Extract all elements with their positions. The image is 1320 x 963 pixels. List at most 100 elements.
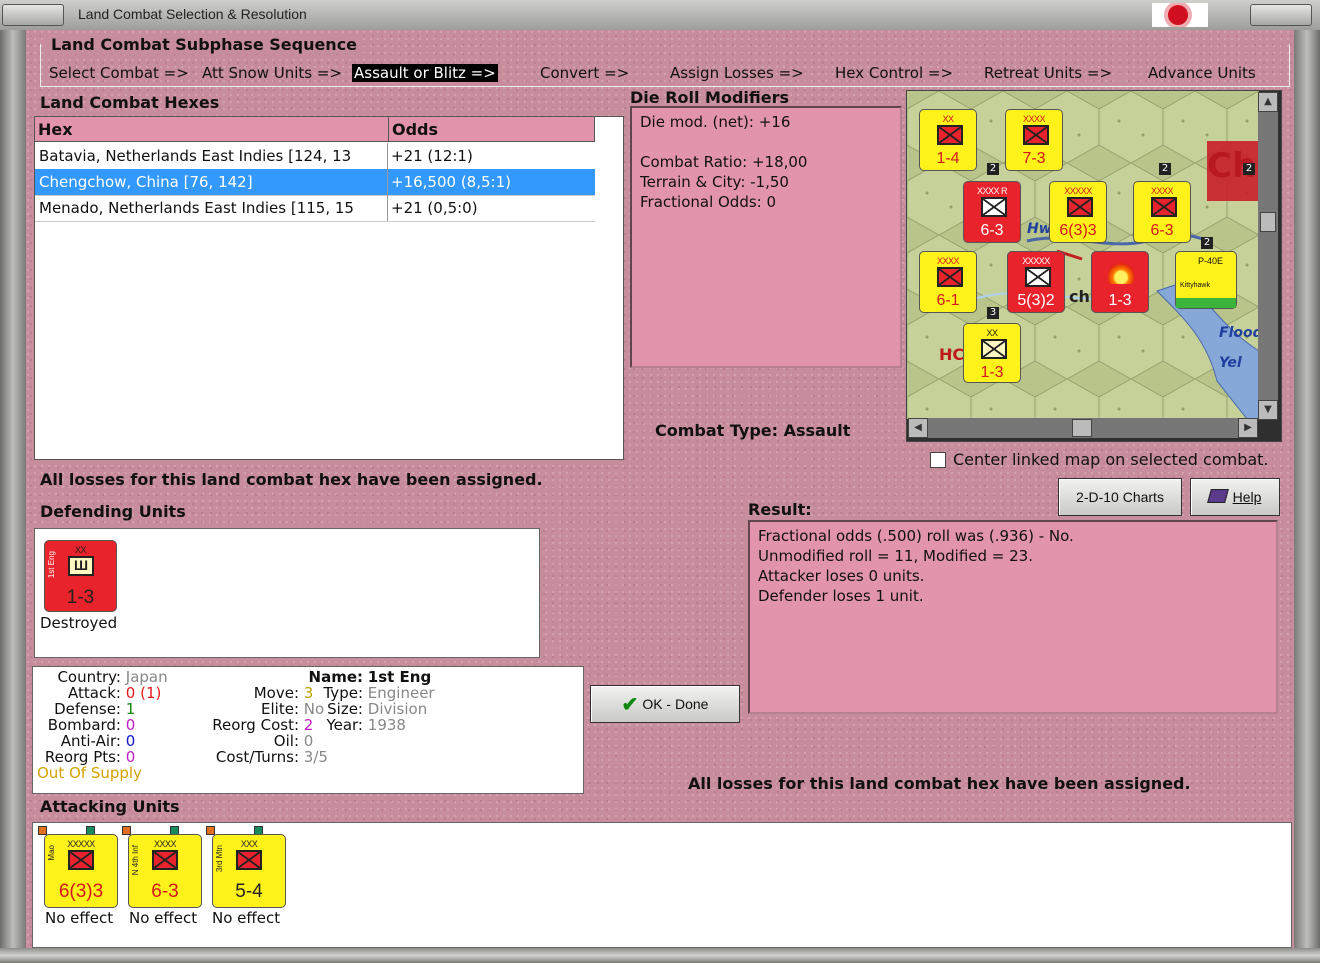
unit-year: 1938 (367, 716, 406, 734)
mod-terrain: Terrain & City: -1,50 (640, 173, 789, 191)
map-label-ch2: ch (1069, 287, 1090, 306)
unit-supply-status: Out Of Supply (37, 764, 142, 782)
sequence-step-assign-losses: Assign Losses => (670, 64, 804, 82)
center-map-checkbox[interactable] (930, 452, 946, 468)
japan-flag-icon (1152, 3, 1208, 27)
odds-cell: +16,500 (8,5:1) (391, 173, 511, 191)
hex-cell: Batavia, Netherlands East Indies [124, 1… (39, 147, 352, 165)
modifiers-box: Die mod. (net): +16 Combat Ratio: +18,00… (630, 106, 902, 368)
map-label-flood: Flood (1219, 325, 1263, 341)
stack-count: 2 (1159, 163, 1171, 175)
map-counter[interactable]: XX 1-3 (963, 323, 1021, 383)
combat-type-label: Combat Type: Assault (655, 421, 851, 440)
help-button[interactable]: Help (1190, 478, 1280, 516)
sequence-step-convert: Convert => (540, 64, 630, 82)
losses-message-bottom: All losses for this land combat hex have… (688, 774, 1191, 793)
hex-cell: Menado, Netherlands East Indies [115, 15 (39, 199, 354, 217)
scroll-right-arrow-icon[interactable]: ▶ (1238, 418, 1258, 438)
mod-fractional: Fractional Odds: 0 (640, 193, 777, 211)
hexes-table: Hex Odds Batavia, Netherlands East Indie… (34, 116, 624, 460)
window-frame-left (0, 30, 26, 963)
engineer-symbol-icon: Ш (68, 556, 94, 576)
window-frame-bottom (0, 948, 1320, 963)
sequence-step-hex-control: Hex Control => (835, 64, 954, 82)
losses-message: All losses for this land combat hex have… (40, 470, 543, 489)
sequence-step-select-combat: Select Combat => (49, 64, 189, 82)
system-menu-button[interactable] (2, 4, 64, 26)
attacking-unit-status: No effect (129, 909, 198, 927)
charts-button[interactable]: 2-D-10 Charts (1058, 478, 1182, 516)
odds-cell: +21 (12:1) (391, 147, 473, 165)
map-counter[interactable]: XX 1-4 (919, 109, 977, 171)
horizontal-scroll-thumb[interactable] (1072, 419, 1092, 437)
map-counter[interactable]: XXXX 6-1 (919, 251, 977, 313)
unit-info-panel: Country: Japan Attack: 0 (1) Defense: 1 … (32, 666, 584, 794)
defending-title: Defending Units (40, 502, 186, 521)
vertical-scroll-thumb[interactable] (1260, 212, 1276, 232)
map-counter[interactable]: 1-3 (1091, 251, 1149, 313)
sequence-step-assault-blitz: Assault or Blitz => (352, 64, 498, 82)
result-line: Attacker loses 0 units. (758, 567, 925, 585)
result-title: Result: (748, 500, 812, 519)
help-label: Help (1232, 489, 1262, 505)
app-window: Land Combat Selection & Resolution Land … (0, 0, 1320, 963)
sequence-title: Land Combat Subphase Sequence (48, 35, 361, 54)
result-line: Defender loses 1 unit. (758, 587, 924, 605)
attacking-unit-status: No effect (45, 909, 114, 927)
hex-cell: Chengchow, China [76, 142] (39, 173, 253, 191)
stack-count: 2 (1201, 237, 1213, 249)
center-map-label: Center linked map on selected combat. (953, 450, 1269, 469)
result-line: Unmodified roll = 11, Modified = 23. (758, 547, 1033, 565)
attacking-unit-counter[interactable]: XXX 3rd Mtn 5-4 (212, 834, 286, 908)
odds-cell: +21 (0,5:0) (391, 199, 478, 217)
scroll-down-arrow-icon[interactable]: ▼ (1258, 400, 1278, 420)
mod-net: Die mod. (net): +16 (640, 113, 791, 131)
attacking-title: Attacking Units (40, 797, 180, 816)
sequence-step-retreat: Retreat Units => (984, 64, 1113, 82)
help-book-icon (1206, 489, 1229, 503)
stack-count: 3 (987, 307, 999, 319)
check-icon: ✔ (621, 694, 639, 716)
map-label-hc: HC (939, 345, 965, 364)
window-controls-button[interactable] (1250, 4, 1312, 26)
map-label-yel: Yel (1219, 355, 1242, 371)
defending-unit-status: Destroyed (40, 614, 118, 632)
sequence-step-att-snow: Att Snow Units => (202, 64, 343, 82)
map-horizontal-scrollbar[interactable]: ◀ ▶ (908, 418, 1258, 438)
hexes-title: Land Combat Hexes (40, 93, 220, 112)
result-box: Fractional odds (.500) roll was (.936) -… (748, 520, 1278, 714)
map-counter[interactable]: XXXX 6-3 (1133, 181, 1191, 243)
column-header-odds[interactable]: Odds (389, 117, 595, 142)
linked-map[interactable]: Ch Hw ch HC Flood Yel XX 1-4 XXXX 7-3 XXXX… (906, 90, 1282, 442)
window-title: Land Combat Selection & Resolution (78, 6, 307, 22)
map-counter[interactable]: XXXXX 5(3)2 (1007, 251, 1065, 313)
ok-done-label: OK - Done (642, 696, 709, 712)
scroll-up-arrow-icon[interactable]: ▲ (1258, 92, 1278, 112)
column-header-hex[interactable]: Hex (35, 117, 389, 142)
stack-count: 2 (987, 163, 999, 175)
modifiers-title: Die Roll Modifiers (630, 88, 790, 107)
title-bar: Land Combat Selection & Resolution (0, 0, 1320, 31)
attacking-unit-counter[interactable]: XXXX N 4th Inf 6-3 (128, 834, 202, 908)
map-counter[interactable]: XXXX R 6-3 (963, 181, 1021, 243)
result-line: Fractional odds (.500) roll was (.936) -… (758, 527, 1074, 545)
window-frame-right (1294, 30, 1320, 963)
combat-fire-icon (1108, 262, 1134, 284)
unit-cost-turns: 3/5 (303, 748, 328, 766)
attacking-unit-status: No effect (212, 909, 281, 927)
map-air-counter[interactable]: P-40E Kittyhawk (1175, 251, 1237, 309)
table-row[interactable]: Batavia, Netherlands East Indies [124, 1… (35, 143, 595, 170)
sequence-step-advance: Advance Units (1148, 64, 1256, 82)
map-counter[interactable]: XXXX 7-3 (1005, 109, 1063, 171)
map-vertical-scrollbar[interactable]: ▲ ▼ (1258, 92, 1278, 420)
scroll-left-arrow-icon[interactable]: ◀ (908, 418, 928, 438)
table-row[interactable]: Menado, Netherlands East Indies [115, 15… (35, 195, 595, 222)
attacking-unit-counter[interactable]: XXXXX Mao 6(3)3 (44, 834, 118, 908)
map-counter[interactable]: XXXXX 6(3)3 (1049, 181, 1107, 243)
mod-ratio: Combat Ratio: +18,00 (640, 153, 808, 171)
ok-done-button[interactable]: ✔ OK - Done (590, 685, 740, 723)
stack-count: 2 (1243, 163, 1255, 175)
map-label-hw: Hw (1027, 221, 1052, 237)
table-row-selected[interactable]: Chengchow, China [76, 142] +16,500 (8,5:… (35, 169, 595, 196)
defending-unit-counter[interactable]: XX 1st Eng Ш 1-3 (44, 540, 117, 612)
